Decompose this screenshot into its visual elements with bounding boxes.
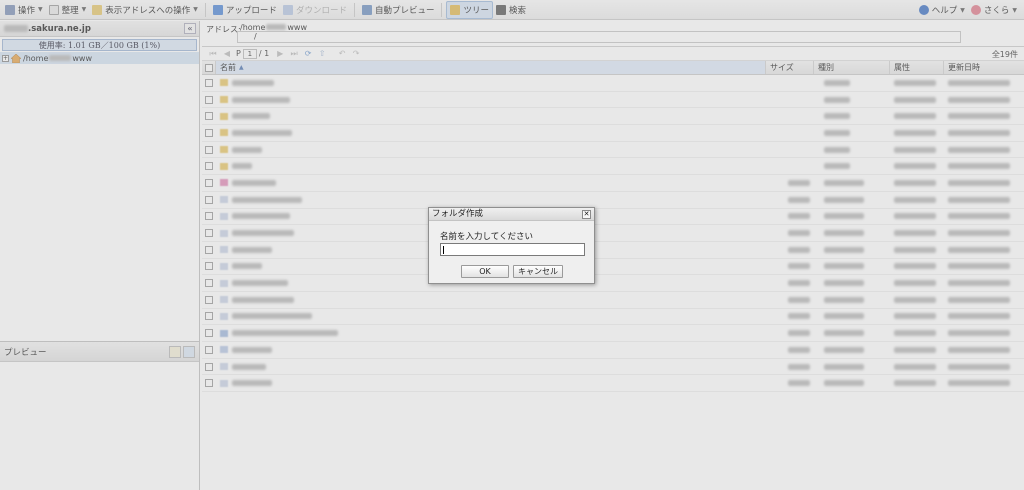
cancel-button[interactable]: キャンセル: [513, 265, 563, 278]
create-folder-dialog: フォルダ作成 ✕ 名前を入力してください OK キャンセル: [428, 207, 595, 284]
ok-button[interactable]: OK: [461, 265, 509, 278]
folder-name-input[interactable]: [440, 243, 585, 256]
text-caret: [443, 246, 444, 254]
dialog-title-bar: フォルダ作成 ✕: [429, 208, 594, 221]
close-icon[interactable]: ✕: [582, 210, 591, 219]
dialog-message: 名前を入力してください: [440, 232, 533, 242]
